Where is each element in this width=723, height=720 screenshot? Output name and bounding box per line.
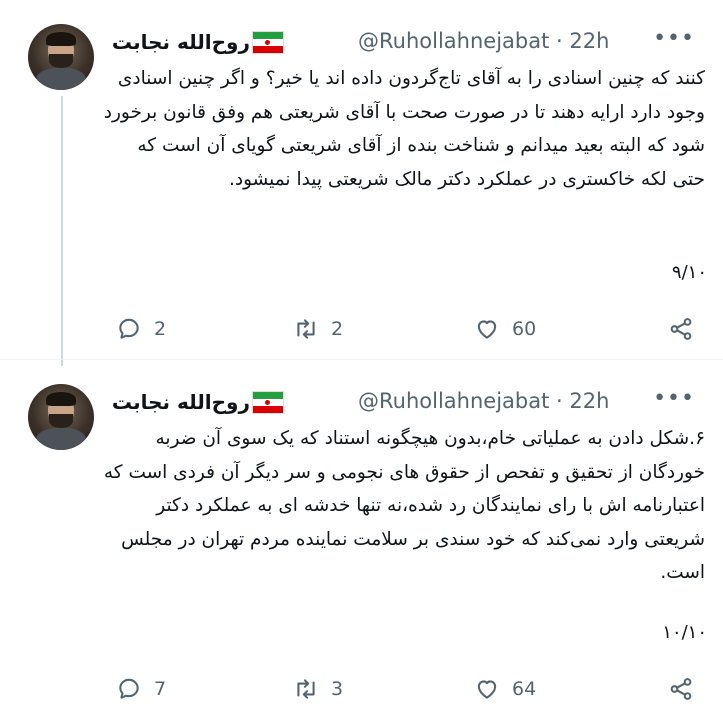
retweet-count: 2 bbox=[331, 318, 344, 340]
reply-icon bbox=[119, 678, 139, 699]
retweet-button[interactable]: 3 bbox=[293, 674, 343, 704]
author-name[interactable]: روح‌الله نجابت bbox=[108, 390, 250, 414]
heart-icon bbox=[477, 680, 497, 699]
handle-and-time[interactable]: @Ruhollahnejabat · 22h bbox=[358, 389, 609, 413]
share-icon bbox=[670, 318, 692, 340]
tweet-header: روح‌الله نجابت @Ruhollahnejabat · 22h ••… bbox=[100, 28, 703, 56]
retweet-button[interactable]: 2 bbox=[293, 314, 343, 344]
retweet-count: 3 bbox=[331, 678, 344, 700]
iran-flag-icon bbox=[252, 391, 284, 414]
tweet[interactable]: روح‌الله نجابت @Ruhollahnejabat · 22h ••… bbox=[0, 360, 723, 720]
tweet[interactable]: روح‌الله نجابت @Ruhollahnejabat · 22h ••… bbox=[0, 0, 723, 360]
like-count: 60 bbox=[512, 318, 537, 340]
action-bar: 2 2 60 bbox=[100, 314, 703, 344]
action-bar: 7 3 64 bbox=[100, 674, 703, 704]
avatar[interactable] bbox=[28, 24, 94, 90]
like-button[interactable]: 64 bbox=[474, 674, 536, 704]
more-options-icon[interactable]: ••• bbox=[653, 388, 695, 410]
handle[interactable]: @Ruhollahnejabat bbox=[358, 29, 549, 53]
retweet-icon bbox=[297, 319, 315, 339]
tweet-text: ۶.شکل دادن به عملیاتی خام،بدون هیچگونه ا… bbox=[103, 428, 705, 583]
reply-icon bbox=[119, 318, 139, 339]
handle-and-time[interactable]: @Ruhollahnejabat · 22h bbox=[358, 29, 609, 53]
iran-flag-icon bbox=[252, 31, 284, 54]
timestamp[interactable]: 22h bbox=[569, 29, 609, 53]
like-button[interactable]: 60 bbox=[474, 314, 536, 344]
reply-count: 7 bbox=[154, 678, 167, 700]
tweet-header: روح‌الله نجابت @Ruhollahnejabat · 22h ••… bbox=[100, 388, 703, 416]
handle[interactable]: @Ruhollahnejabat bbox=[358, 389, 549, 413]
reply-count: 2 bbox=[154, 318, 167, 340]
reply-button[interactable]: 7 bbox=[116, 674, 166, 704]
heart-icon bbox=[477, 320, 497, 339]
timestamp[interactable]: 22h bbox=[569, 389, 609, 413]
tweet-text: کنند که چنین اسنادی را به آقای تاج‌گردون… bbox=[103, 68, 705, 190]
more-options-icon[interactable]: ••• bbox=[653, 28, 695, 50]
retweet-icon bbox=[297, 679, 315, 699]
share-button[interactable] bbox=[668, 674, 694, 704]
reply-button[interactable]: 2 bbox=[116, 314, 166, 344]
share-icon bbox=[670, 678, 692, 700]
avatar[interactable] bbox=[28, 384, 94, 450]
author-name[interactable]: روح‌الله نجابت bbox=[108, 30, 250, 54]
thread-counter: ۹/۱۰ bbox=[671, 262, 707, 283]
share-button[interactable] bbox=[668, 314, 694, 344]
like-count: 64 bbox=[512, 678, 537, 700]
thread-counter: ۱۰/۱۰ bbox=[662, 622, 707, 643]
